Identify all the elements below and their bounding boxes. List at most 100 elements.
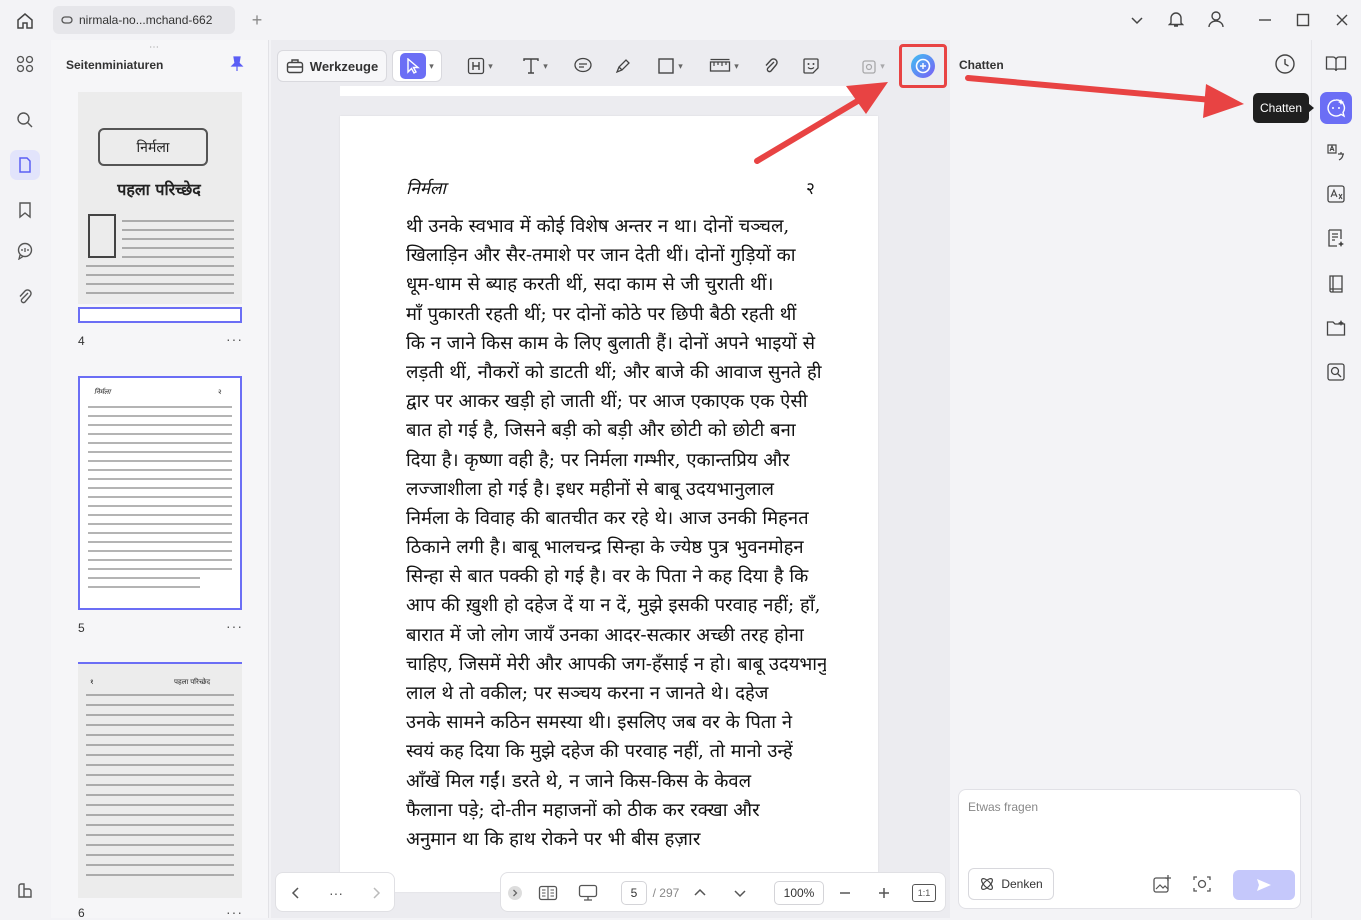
home-icon[interactable] [14, 10, 36, 32]
text-line: कि न जाने किस काम के लिए बुलाती हैं। दोन… [406, 332, 816, 354]
document-page: निर्मला २ थी उनके स्वभाव में कोई विशेष अ… [340, 116, 878, 892]
folder-icon[interactable] [1320, 312, 1352, 344]
atom-icon [979, 876, 995, 892]
search-icon[interactable] [10, 105, 40, 135]
text-line: माँ पुकारती रहती थीं; पर दोनों कोठे पर छ… [406, 303, 797, 325]
actual-size-button[interactable]: 1:1 [912, 884, 936, 902]
page-number-mark: २ [806, 179, 815, 199]
page-up-button[interactable] [689, 881, 711, 905]
denken-button[interactable]: Denken [968, 868, 1054, 900]
page-body-text: थी उनके स्वभाव में कोई विशेष अन्तर न था।… [406, 212, 826, 854]
text-line: आप की ख़ुशी हो दहेज दें या न दें, मुझे इ… [406, 595, 821, 617]
toolbox-icon [286, 58, 304, 74]
send-button[interactable] [1233, 870, 1295, 900]
shape-tool-button[interactable]: ▾ [648, 50, 692, 82]
summary-icon[interactable] [1320, 222, 1352, 254]
user-icon[interactable] [1206, 9, 1226, 29]
collapse-icon[interactable] [507, 881, 523, 905]
total-pages: / 297 [652, 886, 680, 900]
previous-button[interactable] [284, 881, 308, 905]
text-icon [522, 57, 540, 75]
new-tab-button[interactable]: + [247, 10, 267, 30]
maximize-icon[interactable] [1293, 10, 1313, 30]
close-icon[interactable] [1332, 10, 1352, 30]
page-down-button[interactable] [729, 881, 751, 905]
werkzeuge-label: Werkzeuge [309, 58, 379, 74]
document-viewer: निर्मला २ थी उनके स्वभाव में कोई विशेष अ… [271, 40, 950, 918]
next-button[interactable] [364, 881, 388, 905]
zoom-out-button[interactable] [834, 881, 856, 905]
werkzeuge-button[interactable]: Werkzeuge [277, 50, 387, 82]
current-page-input[interactable]: 5 [621, 881, 647, 905]
chat-title: Chatten [959, 58, 1004, 72]
thumbnail-heading: निर्मला [98, 128, 208, 166]
more-options-button[interactable]: ··· [226, 618, 243, 634]
zoom-in-button[interactable] [873, 881, 895, 905]
apps-icon[interactable] [10, 49, 40, 79]
thumbnail-page-mark: २ [218, 389, 222, 396]
text-box-tool-button[interactable]: ▾ [460, 50, 500, 82]
text-line: अनुमान था कि हाथ रोकने पर भी बीस हज़ार [406, 828, 701, 850]
ocr-icon[interactable] [1320, 178, 1352, 210]
thumbnails-panel: ⋯ Seitenminiaturen निर्मला पहला परिच्छेद… [51, 40, 269, 920]
minimize-icon[interactable] [1255, 10, 1275, 30]
stamp-icon [861, 57, 877, 75]
paperclip-icon [763, 57, 779, 75]
text-line: चाहिए, जिसमें मेरी और आपकी जग-हँसाई न हो… [406, 653, 826, 675]
history-icon[interactable] [1274, 53, 1296, 75]
page-thumbnail-selected[interactable]: निर्मला २ [78, 376, 242, 610]
text-line: बारात में जो लोग जायँ उनका आदर-सत्कार अच… [406, 624, 804, 646]
zoom-level[interactable]: 100% [774, 881, 824, 905]
attachment-icon[interactable] [10, 282, 40, 312]
chevron-down-icon: ▾ [488, 60, 493, 71]
text-line: आँखें मिल गईं। डरते थे, न जाने किस-किस क… [406, 770, 752, 792]
select-tool-button[interactable]: ▾ [392, 50, 442, 82]
bookmark-icon[interactable] [10, 195, 40, 225]
more-options-button[interactable]: ··· [226, 331, 243, 347]
translate-icon[interactable] [1320, 136, 1352, 168]
thumbnail-heading: निर्मला [94, 389, 111, 396]
highlight-tool-button[interactable] [609, 50, 637, 82]
text-tool-button[interactable]: ▾ [513, 50, 557, 82]
drag-handle[interactable]: ⋯ [149, 42, 159, 53]
layout-icon[interactable] [10, 876, 40, 906]
chevron-down-icon[interactable] [1127, 10, 1147, 30]
page-layout-icon[interactable] [536, 881, 560, 905]
attach-tool-button[interactable] [757, 50, 785, 82]
text-line: थी उनके स्वभाव में कोई विशेष अन्तर न था।… [406, 216, 790, 237]
page-thumbnails-icon[interactable] [10, 150, 40, 180]
send-icon [1256, 878, 1272, 892]
measure-tool-button[interactable]: ▾ [701, 50, 747, 82]
tab-title: nirmala-no...mchand-662 [79, 13, 213, 27]
sticker-tool-button[interactable] [797, 50, 825, 82]
ai-chat-icon [1326, 98, 1346, 118]
book-icon[interactable] [1320, 268, 1352, 300]
add-image-icon[interactable] [1152, 874, 1172, 894]
search-ai-icon[interactable] [1320, 356, 1352, 388]
comment-tool-button[interactable] [569, 50, 597, 82]
presentation-icon[interactable] [575, 881, 601, 905]
chevron-down-icon: ▾ [880, 60, 885, 71]
chevron-down-icon: ▾ [543, 60, 548, 71]
left-rail [0, 40, 50, 918]
link-icon [61, 14, 73, 26]
stamp-tool-button[interactable]: ▾ [850, 50, 896, 82]
highlight-box-annotation [899, 44, 947, 88]
text-line: स्वयं कह दिया कि मुझे दहेज की परवाह नहीं… [406, 741, 793, 763]
page-thumbnail[interactable]: १ पहला परिच्छेद [78, 662, 242, 898]
text-line: ठिकाने लगी है। बाबू भालचन्द्र सिन्हा के … [406, 537, 804, 559]
more-button[interactable]: ··· [324, 881, 348, 905]
text-line: फैलाना पड़े; दो-तीन महाजनों को ठीक कर रक… [406, 799, 760, 821]
comment-icon[interactable] [10, 236, 40, 266]
heading-icon [467, 57, 485, 75]
ruler-icon [709, 58, 731, 74]
chat-input-placeholder: Etwas fragen [968, 800, 1039, 814]
screenshot-icon[interactable] [1192, 874, 1212, 894]
bell-icon[interactable] [1166, 9, 1186, 29]
pin-icon[interactable] [229, 56, 245, 72]
chat-input-box[interactable]: Etwas fragen Denken [958, 789, 1301, 909]
chat-ai-button[interactable] [1320, 92, 1352, 124]
document-tab[interactable]: nirmala-no...mchand-662 [53, 6, 235, 34]
reader-icon[interactable] [1320, 48, 1352, 80]
page-thumbnail[interactable]: निर्मला पहला परिच्छेद [78, 92, 242, 304]
